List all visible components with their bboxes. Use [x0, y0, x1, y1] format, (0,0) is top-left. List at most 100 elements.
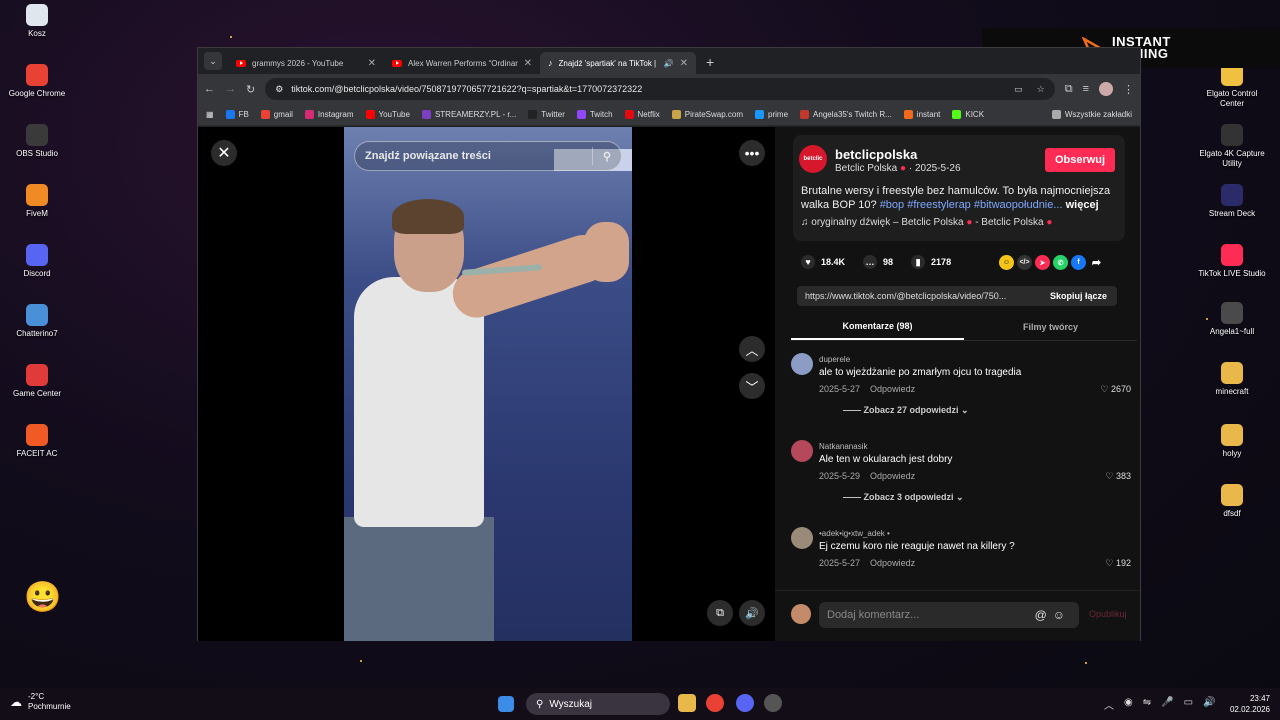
desktop-icon[interactable]: Kosz	[2, 4, 72, 39]
follow-button[interactable]: Obserwuj	[1045, 148, 1115, 172]
volume-button[interactable]: 🔊	[739, 600, 765, 626]
reply-button[interactable]: Odpowiedz	[870, 471, 915, 481]
all-bookmarks-folder[interactable]: Wszystkie zakładki	[1051, 110, 1132, 119]
close-video-button[interactable]: ✕	[211, 140, 237, 166]
reply-button[interactable]: Odpowiedz	[870, 558, 915, 568]
bookmark-item[interactable]: prime	[755, 110, 788, 119]
new-tab-button[interactable]: +	[706, 54, 714, 70]
reply-button[interactable]: Odpowiedz	[870, 384, 915, 394]
desktop-icon[interactable]: Google Chrome	[2, 64, 72, 99]
creator-username[interactable]: betclicpolska	[835, 147, 917, 162]
media-icon[interactable]: ≡	[1083, 83, 1089, 95]
mention-emoji-icons[interactable]: @☺	[1035, 608, 1071, 622]
comment-username[interactable]: Natkananasik	[819, 442, 867, 451]
related-search-input[interactable]: Znajdź powiązane treści ⚲	[354, 141, 622, 171]
search-icon[interactable]: ⚲	[603, 150, 611, 163]
bookmark-item[interactable]: Netflix	[624, 110, 660, 119]
video-player[interactable]	[344, 127, 632, 641]
tab-search-button[interactable]: ⌄	[204, 52, 222, 70]
bookmark-item[interactable]: instant	[903, 110, 940, 119]
bookmark-item[interactable]: Angela35's Twitch R...	[800, 110, 892, 119]
chrome-icon[interactable]	[706, 694, 724, 712]
post-comment-button[interactable]: Opublikuj	[1089, 609, 1127, 619]
bookmark-item[interactable]: Twitch	[576, 110, 613, 119]
close-tab-icon[interactable]: ✕	[368, 58, 376, 69]
microphone-icon[interactable]: 🎤	[1161, 697, 1173, 712]
tab-comments[interactable]: Komentarze (98)	[791, 313, 964, 340]
file-explorer-icon[interactable]	[678, 694, 696, 712]
bookmark-item[interactable]: FB	[225, 110, 249, 119]
more-link[interactable]: więcej	[1066, 199, 1099, 211]
apps-icon[interactable]: ▦	[206, 110, 214, 119]
desktop-icon[interactable]: Game Center	[2, 364, 72, 399]
comment-like[interactable]: ♡ 192	[1105, 558, 1131, 569]
whatsapp-icon[interactable]: ✆	[1053, 255, 1068, 270]
share-link-text[interactable]: https://www.tiktok.com/@betclicpolska/vi…	[797, 291, 1040, 301]
discord-tray-icon[interactable]: ◉	[1124, 697, 1133, 712]
coin-share-icon[interactable]: ☺	[999, 255, 1014, 270]
install-icon[interactable]: ▭	[1014, 84, 1023, 95]
reload-icon[interactable]: ↻	[246, 83, 255, 96]
desktop-icon[interactable]: FACEIT AC	[2, 424, 72, 459]
mute-tab-icon[interactable]: 🔊	[664, 59, 674, 68]
desktop-icon[interactable]: Elgato 4K Capture Utility	[1197, 124, 1267, 169]
comment-avatar[interactable]	[791, 353, 813, 375]
view-replies-button[interactable]: —— Zobacz 3 odpowiedzi ⌄	[843, 492, 964, 503]
display-icon[interactable]: ▭	[1184, 697, 1193, 712]
pip-button[interactable]: ⧉	[707, 600, 733, 626]
bookmark-item[interactable]: YouTube	[365, 110, 410, 119]
bookmark-item[interactable]: Instagram	[304, 110, 354, 119]
desktop-icon[interactable]: Stream Deck	[1197, 184, 1267, 219]
extensions-icon[interactable]: ⧉	[1065, 83, 1073, 96]
network-tray-icon[interactable]: ⇋	[1143, 697, 1151, 712]
desktop-icon[interactable]: TikTok LIVE Studio	[1197, 244, 1267, 279]
next-video-button[interactable]: ﹀	[739, 373, 765, 399]
taskbar-search[interactable]: ⚲ Wyszukaj	[526, 693, 670, 715]
send-icon[interactable]: ➤	[1035, 255, 1050, 270]
desktop-icon[interactable]: OBS Studio	[2, 124, 72, 159]
tab-alex-warren[interactable]: Alex Warren Performs “Ordinary” ✕	[384, 52, 540, 74]
more-options-button[interactable]: •••	[739, 140, 765, 166]
desktop-icon[interactable]: holyy	[1197, 424, 1267, 459]
creator-avatar[interactable]: betclic	[799, 145, 827, 173]
sound-link[interactable]: ♫ oryginalny dźwięk – Betclic Polska ● -…	[801, 217, 1052, 228]
comment-button[interactable]: … 98	[863, 255, 893, 269]
start-windows-icon[interactable]	[498, 696, 514, 712]
desktop-icon[interactable]: Angela1~full	[1197, 302, 1267, 337]
bookmark-item[interactable]: STREAMERZY.PL - r...	[421, 110, 516, 119]
like-button[interactable]: ♥ 18.4K	[801, 255, 845, 269]
comment-input[interactable]: Dodaj komentarz... @☺	[819, 602, 1079, 628]
comment-like[interactable]: ♡ 383	[1105, 471, 1131, 482]
facebook-icon[interactable]: f	[1071, 255, 1086, 270]
comment-avatar[interactable]	[791, 440, 813, 462]
back-icon[interactable]: ←	[204, 83, 215, 95]
desktop-icon[interactable]: minecraft	[1197, 362, 1267, 397]
bookmark-item[interactable]: Twitter	[528, 110, 565, 119]
desktop-icon[interactable]: Discord	[2, 244, 72, 279]
tab-tiktok[interactable]: ♪ Znajdź 'spartiak' na TikTok | 🔊 ✕	[540, 52, 696, 74]
embed-icon[interactable]: </>	[1017, 255, 1032, 270]
tab-grammys[interactable]: grammys 2026 - YouTube ✕	[228, 52, 384, 74]
clock[interactable]: 23:47 02.02.2026	[1226, 693, 1270, 715]
site-info-icon[interactable]: ⚙	[275, 84, 283, 95]
weather-widget[interactable]: ☁ -2°C Pochmurnie	[10, 692, 71, 712]
bookmark-item[interactable]: PirateSwap.com	[671, 110, 743, 119]
close-tab-icon[interactable]: ✕	[524, 58, 532, 69]
obs-icon[interactable]	[764, 694, 782, 712]
copy-link-button[interactable]: Skopiuj łącze	[1040, 291, 1117, 301]
bookmark-star-icon[interactable]: ☆	[1037, 84, 1045, 95]
desktop-icon[interactable]: Chatterino7	[2, 304, 72, 339]
volume-icon[interactable]: 🔊	[1203, 697, 1215, 712]
desktop-icon[interactable]: dfsdf	[1197, 484, 1267, 519]
menu-icon[interactable]: ⋮	[1123, 83, 1134, 96]
forward-icon[interactable]: →	[225, 83, 236, 95]
close-tab-icon[interactable]: ✕	[680, 58, 688, 69]
desktop-icon[interactable]: Elgato Control Center	[1197, 64, 1267, 109]
tab-creator-videos[interactable]: Filmy twórcy	[964, 313, 1137, 340]
save-button[interactable]: ▮ 2178	[911, 255, 951, 269]
address-bar[interactable]: ⚙ tiktok.com/@betclicpolska/video/750871…	[265, 78, 1055, 100]
comment-avatar[interactable]	[791, 527, 813, 549]
bookmark-item[interactable]: KICK	[952, 110, 984, 119]
description-hashtags[interactable]: #bop #freestylerap #bitwaopołudnie...	[880, 199, 1063, 211]
comment-username[interactable]: duperele	[819, 355, 850, 364]
